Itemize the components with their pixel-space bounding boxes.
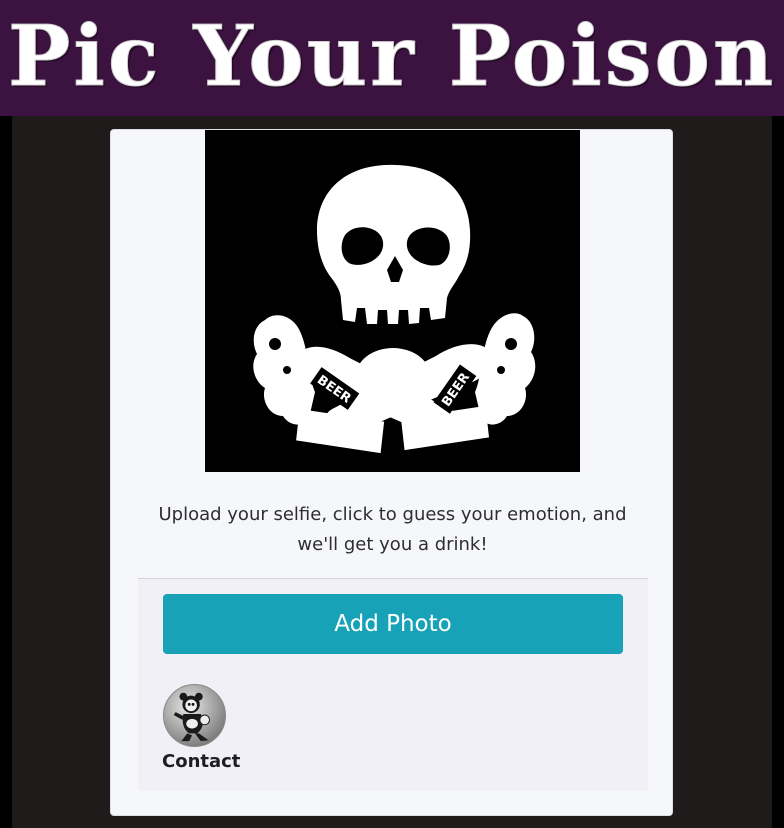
contact-label[interactable]: Contact xyxy=(162,751,240,772)
contact-link[interactable]: Contact xyxy=(162,684,242,779)
skull-crossed-beer-bottles-icon: BEER BEER xyxy=(205,130,580,472)
add-photo-button[interactable]: Add Photo xyxy=(163,594,623,654)
main-card: BEER BEER Upload your selfie, click to g… xyxy=(110,129,673,816)
cartoon-mascot-avatar-icon[interactable] xyxy=(163,684,226,747)
hero-image: BEER BEER xyxy=(205,130,580,472)
site-title: Pic Your Poison xyxy=(7,7,777,106)
site-header: Pic Your Poison xyxy=(0,0,784,116)
card-footer: Add Photo Contact xyxy=(138,578,648,791)
tagline-text: Upload your selfie, click to guess your … xyxy=(158,504,627,555)
app-page: Pic Your Poison BEER BEER Upload your se… xyxy=(0,0,784,828)
